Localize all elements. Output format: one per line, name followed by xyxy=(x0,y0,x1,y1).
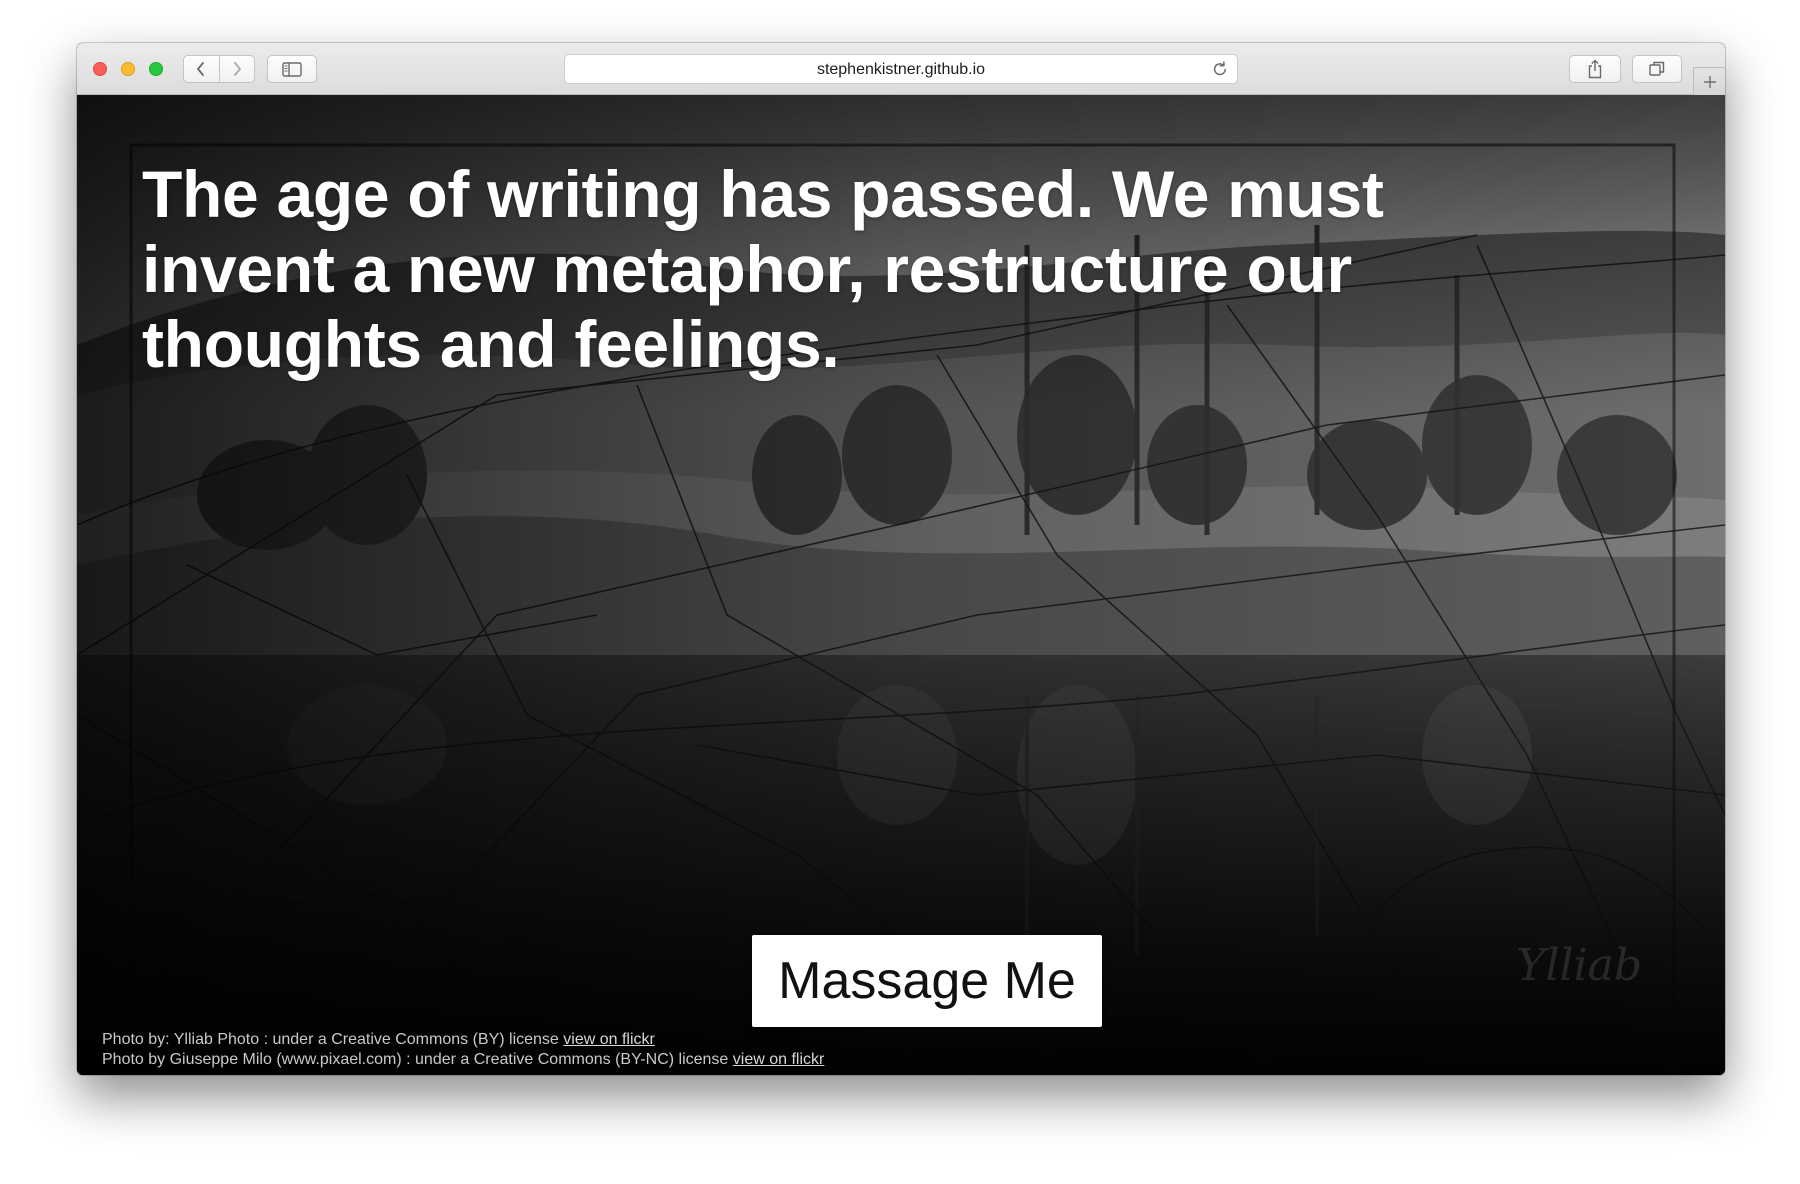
reload-icon[interactable] xyxy=(1211,60,1229,78)
view-on-flickr-link[interactable]: view on flickr xyxy=(733,1051,825,1068)
svg-text:Ylliab: Ylliab xyxy=(1516,940,1642,991)
chevron-right-icon xyxy=(233,62,241,76)
plus-icon xyxy=(1703,75,1716,88)
close-window-button[interactable] xyxy=(93,62,107,76)
share-button[interactable] xyxy=(1569,55,1621,83)
browser-window: stephenkistner.github.io Ylliab The age … xyxy=(77,43,1725,1075)
tab-overview-button[interactable] xyxy=(1632,55,1682,83)
tabs-overview-icon xyxy=(1649,61,1665,76)
credit-line-2: Photo by Giuseppe Milo (www.pixael.com) … xyxy=(102,1050,824,1070)
url-text: stephenkistner.github.io xyxy=(816,61,986,78)
share-icon xyxy=(1588,59,1602,79)
page-headline: The age of writing has passed. We must i… xyxy=(142,157,1384,381)
photo-credits: Photo by: Ylliab Photo : under a Creativ… xyxy=(102,1030,824,1070)
view-on-flickr-link[interactable]: view on flickr xyxy=(563,1031,655,1048)
credit-line-1: Photo by: Ylliab Photo : under a Creativ… xyxy=(102,1030,824,1050)
credit-text: Photo by Giuseppe Milo (www.pixael.com) … xyxy=(102,1051,729,1068)
address-bar[interactable]: stephenkistner.github.io xyxy=(564,54,1238,84)
new-tab-button[interactable] xyxy=(1693,67,1725,95)
back-button[interactable] xyxy=(184,56,219,82)
massage-me-button[interactable]: Massage Me xyxy=(752,935,1102,1027)
sidebar-button[interactable] xyxy=(267,55,317,83)
forward-button[interactable] xyxy=(218,56,255,82)
sidebar-icon xyxy=(282,61,302,77)
zoom-window-button[interactable] xyxy=(149,62,163,76)
chevron-left-icon xyxy=(197,62,205,76)
minimize-window-button[interactable] xyxy=(121,62,135,76)
navigation-buttons xyxy=(183,55,255,83)
browser-toolbar: stephenkistner.github.io xyxy=(77,43,1725,95)
credit-text: Photo by: Ylliab Photo : under a Creativ… xyxy=(102,1031,559,1048)
page-content: Ylliab The age of writing has passed. We… xyxy=(77,95,1725,1075)
